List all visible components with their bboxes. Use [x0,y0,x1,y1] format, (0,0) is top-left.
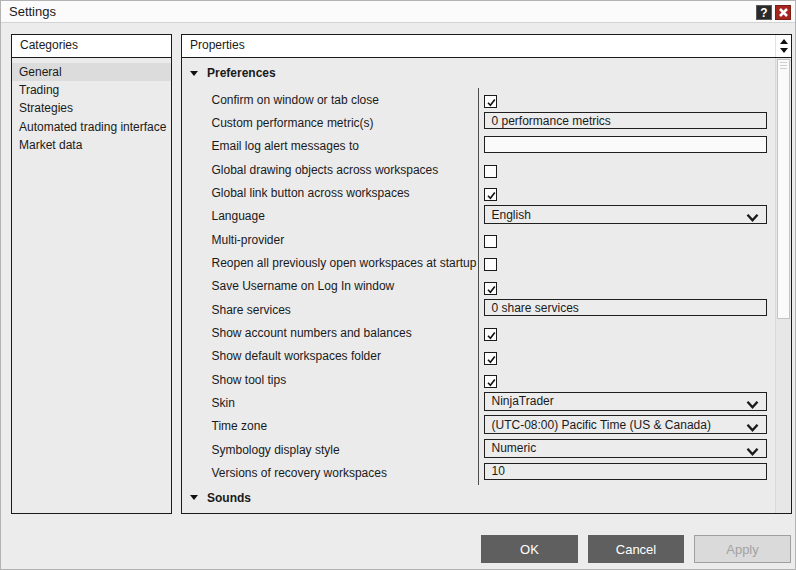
checkbox-global-drawing-objects-across-workspaces[interactable] [484,165,497,178]
ok-button[interactable]: OK [481,535,578,563]
checkbox-save-username-on-log-in-window[interactable] [484,282,497,295]
property-row-language: Language English [182,205,775,228]
dropdown-skin[interactable]: NinjaTrader [484,392,767,411]
dropdown-language[interactable]: English [484,205,767,224]
property-row-multi-provider: Multi-provider [182,228,775,251]
categories-panel: Categories GeneralTradingStrategiesAutom… [11,34,172,514]
scrollbar-grip [780,62,787,70]
property-row-show-account-numbers-and-balances: Show account numbers and balances [182,321,775,344]
property-label: Time zone [212,419,268,433]
property-label: Global drawing objects across workspaces [212,163,439,177]
chevron-down-icon [746,445,759,453]
properties-scrollbar[interactable] [775,58,791,513]
checkbox-reopen-all-previously-open-workspaces-at-startup[interactable] [484,258,497,271]
checkbox-multi-provider[interactable] [484,235,497,248]
window-title: Settings [9,4,56,19]
apply-button: Apply [694,535,791,563]
scrollbar-buttons [775,35,791,57]
property-row-global-drawing-objects-across-workspaces: Global drawing objects across workspaces [182,158,775,181]
help-button[interactable]: ? [756,5,772,20]
group-label: Sounds [207,491,251,505]
property-row-save-username-on-log-in-window: Save Username on Log In window [182,275,775,298]
property-row-show-tool-tips: Show tool tips [182,368,775,391]
property-row-custom-performance-metrics: Custom performance metric(s) 0 performanc… [182,111,775,134]
properties-header: Properties [182,35,791,58]
property-label: Show tool tips [212,373,287,387]
property-row-share-services: Share services 0 share services [182,298,775,321]
property-label: Custom performance metric(s) [212,116,374,130]
property-row-show-default-workspaces-folder: Show default workspaces folder [182,345,775,368]
sidebar-item-strategies[interactable]: Strategies [12,99,171,117]
dropdown-symbology-display-style[interactable]: Numeric [484,439,767,458]
properties-body: Preferences Confirm on window or tab clo… [182,58,775,513]
sidebar-item-automated-trading-interface[interactable]: Automated trading interface [12,118,171,136]
cancel-button[interactable]: Cancel [588,535,684,563]
property-rows: Confirm on window or tab close Custom per… [182,88,775,485]
chevron-down-icon [746,211,759,219]
checkbox-global-link-button-across-workspaces[interactable] [484,188,497,201]
property-label: Share services [212,303,291,317]
field-versions-of-recovery-workspaces[interactable]: 10 [484,463,767,480]
property-row-symbology-display-style: Symbology display style Numeric [182,438,775,461]
settings-window: Settings ? Categories GeneralTradingStra… [0,0,796,570]
property-label: Language [212,209,265,223]
checkbox-confirm-on-window-or-tab-close[interactable] [484,95,497,108]
group-header-preferences[interactable]: Preferences [182,58,775,88]
categories-header: Categories [12,35,171,58]
scroll-down-icon[interactable] [780,48,788,53]
checkbox-show-tool-tips[interactable] [484,375,497,388]
categories-list: GeneralTradingStrategiesAutomated tradin… [12,63,171,154]
close-icon [779,8,788,17]
property-row-time-zone: Time zone (UTC-08:00) Pacific Time (US & … [182,415,775,438]
property-row-email-log-alert-messages-to: Email log alert messages to [182,135,775,158]
property-label: Email log alert messages to [212,139,359,153]
dropdown-time-zone[interactable]: (UTC-08:00) Pacific Time (US & Canada) [484,415,767,434]
property-label: Skin [212,396,235,410]
property-label: Reopen all previously open workspaces at… [212,256,477,270]
checkbox-show-account-numbers-and-balances[interactable] [484,328,497,341]
property-row-reopen-all-previously-open-workspaces-at-startup: Reopen all previously open workspaces at… [182,251,775,274]
group-label: Preferences [207,66,276,80]
property-row-versions-of-recovery-workspaces: Versions of recovery workspaces 10 [182,462,775,485]
sidebar-item-general[interactable]: General [12,63,171,81]
collapse-triangle-icon [190,71,198,76]
property-label: Symbology display style [212,443,340,457]
field-email-log-alert-messages-to[interactable] [484,136,767,153]
property-row-skin: Skin NinjaTrader [182,391,775,414]
property-label: Global link button across workspaces [212,186,410,200]
chevron-down-icon [746,398,759,406]
chevron-down-icon [746,421,759,429]
property-row-global-link-button-across-workspaces: Global link button across workspaces [182,181,775,204]
title-bar: Settings ? [1,1,795,23]
field-share-services[interactable]: 0 share services [484,299,767,316]
scroll-up-icon[interactable] [780,39,788,44]
property-label: Save Username on Log In window [212,279,395,293]
scrollbar-thumb[interactable] [777,59,790,319]
sidebar-item-trading[interactable]: Trading [12,81,171,99]
properties-panel: Properties Preferences Confirm on window… [181,34,792,514]
property-label: Show default workspaces folder [212,349,381,363]
close-button[interactable] [775,5,791,20]
field-custom-performance-metrics[interactable]: 0 performance metrics [484,112,767,129]
group-header-sounds[interactable]: Sounds [182,485,775,511]
help-icon: ? [760,6,767,20]
property-label: Confirm on window or tab close [212,93,379,107]
sidebar-item-market-data[interactable]: Market data [12,136,171,154]
property-label: Versions of recovery workspaces [212,466,387,480]
property-row-confirm-on-window-or-tab-close: Confirm on window or tab close [182,88,775,111]
property-label: Show account numbers and balances [212,326,412,340]
collapse-triangle-icon [190,495,198,500]
property-label: Multi-provider [212,233,285,247]
checkbox-show-default-workspaces-folder[interactable] [484,352,497,365]
